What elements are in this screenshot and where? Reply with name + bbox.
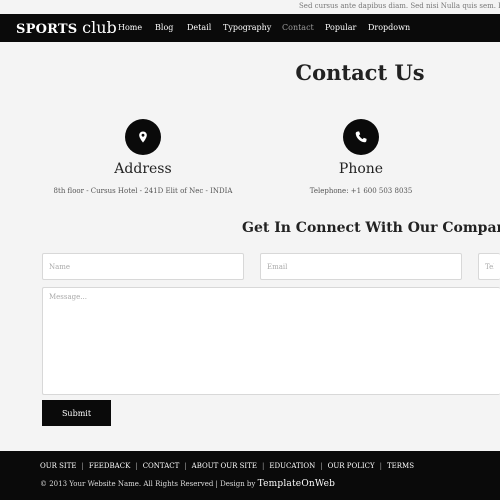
address-block: Address 8th floor - Cursus Hotel - 241D … (43, 119, 243, 195)
nav-item-contact[interactable]: Contact (282, 23, 314, 32)
footer-links: OUR SITE | FEEDBACK | CONTACT | ABOUT OUR SITE… (40, 462, 414, 470)
designer-credit-link[interactable]: TemplateOnWeb (258, 479, 336, 489)
footer-separator: | (184, 462, 187, 470)
logo-light-text: club (82, 18, 117, 37)
nav-item-typography[interactable]: Typography (223, 23, 271, 32)
nav-item-blog[interactable]: Blog (155, 23, 173, 32)
footer-link-about-our-site[interactable]: ABOUT OUR SITE (192, 462, 257, 470)
address-text: 8th floor - Cursus Hotel - 241D Elit of … (53, 187, 233, 195)
phone-icon (343, 119, 379, 155)
footer-link-education[interactable]: EDUCATION (269, 462, 315, 470)
nav-item-home[interactable]: Home (118, 23, 142, 32)
phone-text: Telephone: +1 600 503 8035 (309, 187, 413, 195)
nav-item-popular[interactable]: Popular (325, 23, 356, 32)
footer-link-feedback[interactable]: FEEDBACK (89, 462, 130, 470)
map-pin-icon (125, 119, 161, 155)
name-field[interactable] (42, 253, 244, 280)
footer-separator: | (81, 462, 84, 470)
telephone-field[interactable] (478, 253, 500, 280)
announcement-ticker-text: Sed cursus ante dapibus diam. Sed nisi N… (299, 2, 500, 10)
nav-item-dropdown[interactable]: Dropdown (368, 23, 410, 32)
footer-link-our-site[interactable]: OUR SITE (40, 462, 76, 470)
phone-title: Phone (338, 161, 384, 177)
footer-link-our-policy[interactable]: OUR POLICY (328, 462, 375, 470)
copyright-text: © 2013 Your Website Name. All Rights Res… (40, 479, 335, 489)
contact-form-title: Get In Connect With Our Company (242, 220, 500, 236)
site-logo[interactable]: SPORTS club (16, 18, 117, 37)
submit-button[interactable]: Submit (42, 400, 111, 426)
footer-link-terms[interactable]: TERMS (387, 462, 414, 470)
email-field[interactable] (260, 253, 462, 280)
footer-separator: | (261, 462, 265, 470)
footer-separator: | (320, 462, 323, 470)
logo-bold-text: SPORTS (16, 22, 78, 37)
page-title: Contact Us (295, 60, 425, 85)
footer-separator: | (135, 462, 138, 470)
footer-separator: | (379, 462, 382, 470)
nav-item-detail[interactable]: Detail (187, 23, 211, 32)
address-title: Address (114, 161, 172, 177)
footer: OUR SITE | FEEDBACK | CONTACT | ABOUT OUR SITE… (0, 451, 500, 500)
footer-link-contact[interactable]: CONTACT (143, 462, 180, 470)
main-navbar: SPORTS club Home Blog Detail Typography … (0, 14, 500, 42)
message-field[interactable] (42, 287, 500, 395)
top-announcement-bar: Sed cursus ante dapibus diam. Sed nisi N… (0, 0, 500, 14)
phone-block: Phone Telephone: +1 600 503 8035 (261, 119, 461, 195)
copyright-notice: © 2013 Your Website Name. All Rights Res… (40, 480, 256, 488)
